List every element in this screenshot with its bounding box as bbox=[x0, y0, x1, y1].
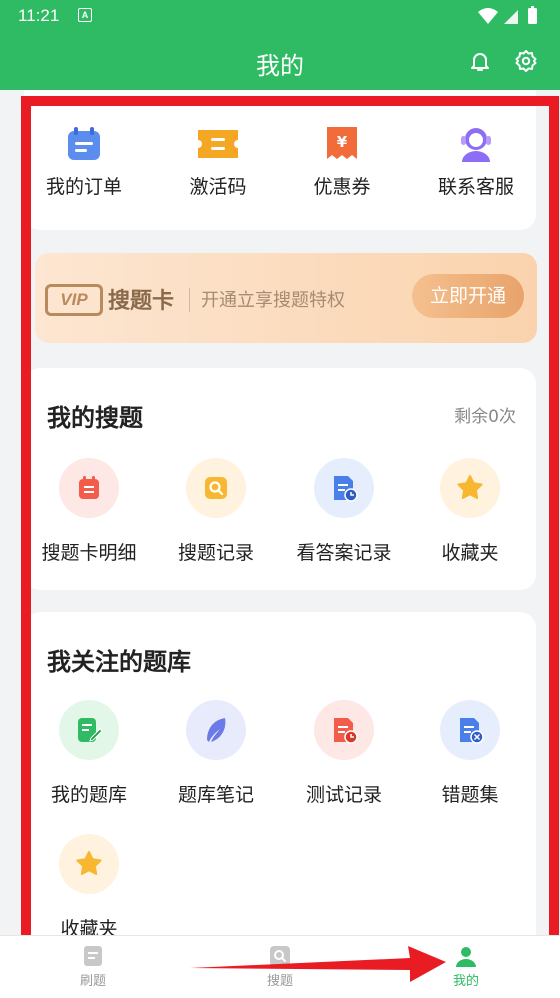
coupon-icon: ¥ bbox=[322, 124, 362, 164]
practice-icon bbox=[81, 944, 105, 968]
headset-icon bbox=[456, 124, 496, 164]
calendar-icon bbox=[64, 124, 104, 164]
vip-description: 开通立享搜题特权 bbox=[201, 290, 345, 311]
grid-item-label: 看答案记录 bbox=[296, 542, 392, 564]
ticket-icon bbox=[196, 124, 240, 164]
grid-item-label: 搜题记录 bbox=[177, 542, 254, 564]
search-record[interactable]: 搜题记录 bbox=[152, 458, 280, 565]
vip-divider bbox=[189, 288, 190, 312]
tab-label: 搜题 bbox=[266, 974, 293, 989]
bell-icon[interactable] bbox=[468, 49, 492, 77]
quick-action-orders[interactable]: 我的订单 bbox=[20, 124, 148, 199]
tab-label: 刷题 bbox=[79, 974, 106, 989]
card-detail-icon bbox=[59, 458, 119, 518]
feather-icon bbox=[186, 700, 246, 760]
favorites[interactable]: 收藏夹 bbox=[406, 458, 534, 565]
grid-item-label: 错题集 bbox=[441, 784, 499, 806]
test-record[interactable]: 测试记录 bbox=[280, 700, 408, 807]
section-title: 我关注的题库 bbox=[47, 648, 191, 676]
content-area[interactable]: 我的订单 激活码 ¥ 优惠券 联系客服 VIP 搜题卡 开通立享搜题特权 立即开… bbox=[0, 90, 560, 935]
remaining-count: 剩余0次 bbox=[454, 407, 516, 427]
quick-action-activation-code[interactable]: 激活码 bbox=[154, 124, 282, 199]
quick-action-label: 优惠券 bbox=[313, 176, 371, 198]
wrong-questions[interactable]: 错题集 bbox=[406, 700, 534, 807]
section-title: 我的搜题 bbox=[47, 404, 143, 432]
tab-practice[interactable]: 刷题 bbox=[53, 944, 133, 989]
search-record-icon bbox=[186, 458, 246, 518]
grid-item-label: 搜题卡明细 bbox=[41, 542, 137, 564]
grid-item-label: 题库笔记 bbox=[177, 784, 254, 806]
answer-record-icon bbox=[314, 458, 374, 518]
wifi-signal-battery-icon bbox=[478, 6, 537, 24]
status-icons bbox=[476, 6, 546, 30]
status-bar: 11:21 A bbox=[0, 0, 560, 32]
test-record-icon bbox=[314, 700, 374, 760]
search-card-detail[interactable]: 搜题卡明细 bbox=[25, 458, 153, 565]
status-time: 11:21 bbox=[18, 6, 60, 25]
tab-label: 我的 bbox=[452, 974, 479, 989]
quick-action-label: 我的订单 bbox=[45, 176, 122, 198]
star-icon bbox=[440, 458, 500, 518]
my-search-card: 我的搜题 剩余0次 搜题卡明细 搜题记录 看答案记录 收藏夹 bbox=[24, 368, 536, 590]
quick-action-customer-service[interactable]: 联系客服 bbox=[412, 124, 540, 199]
user-icon bbox=[454, 944, 478, 968]
tab-search[interactable]: 搜题 bbox=[240, 944, 320, 989]
quick-actions-card: 我的订单 激活码 ¥ 优惠券 联系客服 bbox=[24, 90, 536, 230]
vip-title: 搜题卡 bbox=[108, 289, 175, 314]
quick-action-label: 激活码 bbox=[189, 176, 247, 198]
svg-text:¥: ¥ bbox=[337, 133, 348, 151]
gear-icon[interactable] bbox=[514, 49, 538, 77]
star-icon bbox=[59, 834, 119, 894]
library-notes[interactable]: 题库笔记 bbox=[152, 700, 280, 807]
answer-record[interactable]: 看答案记录 bbox=[280, 458, 408, 565]
vip-banner[interactable]: VIP 搜题卡 开通立享搜题特权 立即开通 bbox=[35, 253, 537, 343]
grid-item-label: 收藏夹 bbox=[60, 918, 118, 935]
quick-action-coupons[interactable]: ¥ 优惠券 bbox=[278, 124, 406, 199]
grid-item-label: 测试记录 bbox=[305, 784, 382, 806]
notification-icon: A bbox=[78, 8, 92, 22]
grid-item-label: 我的题库 bbox=[50, 784, 127, 806]
my-library[interactable]: 我的题库 bbox=[25, 700, 153, 807]
library-favorites[interactable]: 收藏夹 bbox=[25, 834, 153, 935]
vip-open-button[interactable]: 立即开通 bbox=[412, 274, 524, 318]
edit-doc-icon bbox=[59, 700, 119, 760]
search-icon bbox=[268, 944, 292, 968]
quick-action-label: 联系客服 bbox=[437, 176, 514, 198]
my-library-card: 我关注的题库 我的题库 题库笔记 测试记录 错题集 收藏夹 bbox=[24, 612, 536, 935]
wrong-doc-icon bbox=[440, 700, 500, 760]
bottom-tab-bar: 刷题 搜题 我的 bbox=[0, 935, 560, 998]
grid-item-label: 收藏夹 bbox=[441, 542, 499, 564]
vip-badge: VIP bbox=[45, 284, 103, 316]
tab-mine[interactable]: 我的 bbox=[426, 944, 506, 989]
app-header: 我的 bbox=[0, 32, 560, 90]
